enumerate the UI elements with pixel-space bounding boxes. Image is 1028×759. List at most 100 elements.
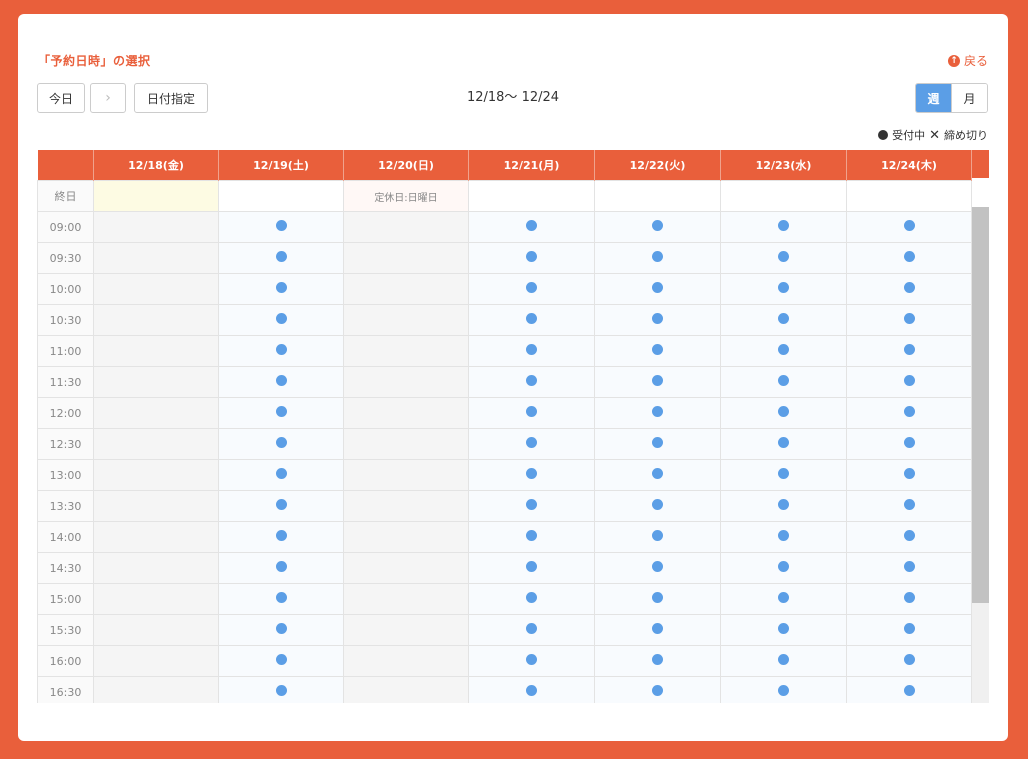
slot-cell-available[interactable] [720, 490, 847, 522]
slot-cell-available[interactable] [846, 645, 972, 677]
available-dot-icon[interactable] [275, 654, 287, 665]
slot-cell-available[interactable] [594, 304, 721, 336]
slot-cell-available[interactable] [468, 335, 595, 367]
slot-cell-available[interactable] [720, 242, 847, 274]
available-dot-icon[interactable] [275, 592, 287, 603]
available-dot-icon[interactable] [526, 251, 537, 262]
month-view-button[interactable]: 月 [951, 84, 987, 112]
available-dot-icon[interactable] [652, 654, 663, 665]
slot-cell-available[interactable] [594, 614, 721, 646]
slot-cell-available[interactable] [468, 211, 595, 243]
available-dot-icon[interactable] [526, 468, 537, 479]
available-dot-icon[interactable] [526, 561, 537, 572]
slot-cell-available[interactable] [218, 428, 344, 460]
slot-cell-available[interactable] [846, 428, 972, 460]
available-dot-icon[interactable] [652, 251, 663, 262]
slot-cell-available[interactable] [720, 521, 847, 553]
slot-cell-available[interactable] [846, 583, 972, 615]
slot-cell-available[interactable] [846, 366, 972, 398]
slot-cell-available[interactable] [594, 335, 721, 367]
available-dot-icon[interactable] [903, 313, 915, 324]
slot-cell-available[interactable] [468, 645, 595, 677]
slot-cell-available[interactable] [468, 397, 595, 429]
slot-cell-available[interactable] [720, 583, 847, 615]
available-dot-icon[interactable] [778, 530, 789, 541]
available-dot-icon[interactable] [652, 592, 663, 603]
available-dot-icon[interactable] [778, 499, 789, 510]
slot-cell-available[interactable] [218, 676, 344, 703]
slot-cell-available[interactable] [720, 273, 847, 305]
slot-cell-available[interactable] [218, 397, 344, 429]
slot-cell-available[interactable] [846, 335, 972, 367]
available-dot-icon[interactable] [903, 561, 915, 572]
available-dot-icon[interactable] [526, 530, 537, 541]
slot-cell-available[interactable] [846, 490, 972, 522]
slot-cell-available[interactable] [218, 335, 344, 367]
available-dot-icon[interactable] [778, 654, 789, 665]
slot-cell-available[interactable] [218, 242, 344, 274]
available-dot-icon[interactable] [903, 468, 915, 479]
available-dot-icon[interactable] [778, 220, 789, 231]
available-dot-icon[interactable] [778, 406, 789, 417]
slot-cell-available[interactable] [468, 490, 595, 522]
slot-cell-available[interactable] [218, 304, 344, 336]
slot-cell-available[interactable] [218, 366, 344, 398]
available-dot-icon[interactable] [275, 468, 287, 479]
slot-cell-available[interactable] [720, 366, 847, 398]
available-dot-icon[interactable] [275, 344, 287, 355]
slot-cell-available[interactable] [594, 242, 721, 274]
available-dot-icon[interactable] [526, 592, 537, 603]
slot-cell-available[interactable] [594, 211, 721, 243]
slot-cell-available[interactable] [594, 459, 721, 491]
available-dot-icon[interactable] [275, 561, 287, 572]
available-dot-icon[interactable] [526, 220, 537, 231]
available-dot-icon[interactable] [903, 344, 915, 355]
available-dot-icon[interactable] [652, 561, 663, 572]
available-dot-icon[interactable] [778, 592, 789, 603]
available-dot-icon[interactable] [652, 375, 663, 386]
slot-cell-available[interactable] [594, 273, 721, 305]
available-dot-icon[interactable] [526, 623, 537, 634]
available-dot-icon[interactable] [652, 282, 663, 293]
available-dot-icon[interactable] [275, 406, 287, 417]
slot-cell-available[interactable] [594, 645, 721, 677]
slot-cell-available[interactable] [846, 676, 972, 703]
slot-cell-available[interactable] [468, 459, 595, 491]
slot-cell-available[interactable] [594, 397, 721, 429]
available-dot-icon[interactable] [903, 437, 915, 448]
available-dot-icon[interactable] [526, 437, 537, 448]
available-dot-icon[interactable] [275, 220, 287, 231]
slot-cell-available[interactable] [846, 552, 972, 584]
available-dot-icon[interactable] [526, 282, 537, 293]
available-dot-icon[interactable] [526, 499, 537, 510]
available-dot-icon[interactable] [652, 406, 663, 417]
available-dot-icon[interactable] [652, 313, 663, 324]
slot-cell-available[interactable] [468, 242, 595, 274]
slot-cell-available[interactable] [594, 583, 721, 615]
available-dot-icon[interactable] [526, 344, 537, 355]
slot-cell-available[interactable] [218, 211, 344, 243]
slot-cell-available[interactable] [720, 304, 847, 336]
slot-cell-available[interactable] [720, 645, 847, 677]
calendar-scrollbar[interactable] [972, 207, 989, 703]
slot-cell-available[interactable] [720, 676, 847, 703]
available-dot-icon[interactable] [652, 437, 663, 448]
slot-cell-available[interactable] [720, 211, 847, 243]
slot-cell-available[interactable] [218, 583, 344, 615]
slot-cell-available[interactable] [720, 614, 847, 646]
available-dot-icon[interactable] [652, 220, 663, 231]
slot-cell-available[interactable] [594, 521, 721, 553]
slot-cell-available[interactable] [218, 552, 344, 584]
slot-cell-available[interactable] [846, 242, 972, 274]
available-dot-icon[interactable] [275, 313, 287, 324]
slot-cell-available[interactable] [468, 676, 595, 703]
available-dot-icon[interactable] [778, 282, 789, 293]
available-dot-icon[interactable] [778, 313, 789, 324]
slot-cell-available[interactable] [846, 304, 972, 336]
available-dot-icon[interactable] [652, 623, 663, 634]
slot-cell-available[interactable] [594, 428, 721, 460]
available-dot-icon[interactable] [903, 499, 915, 510]
slot-cell-available[interactable] [846, 273, 972, 305]
slot-cell-available[interactable] [720, 335, 847, 367]
week-view-button[interactable]: 週 [916, 84, 951, 112]
